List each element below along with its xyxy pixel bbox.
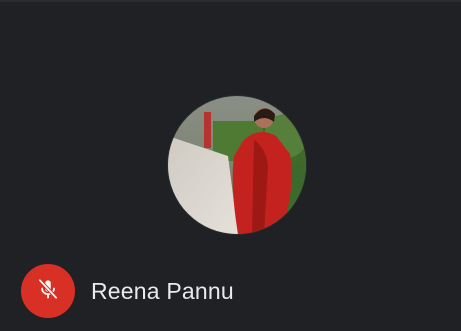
mic-off-icon <box>35 276 61 307</box>
participant-name: Reena Pannu <box>91 278 234 304</box>
participant-avatar <box>168 96 306 234</box>
participant-tile[interactable]: Reena Pannu <box>0 0 461 331</box>
avatar-photo <box>168 96 306 234</box>
top-divider <box>0 0 461 2</box>
mic-off-button[interactable] <box>21 264 75 318</box>
